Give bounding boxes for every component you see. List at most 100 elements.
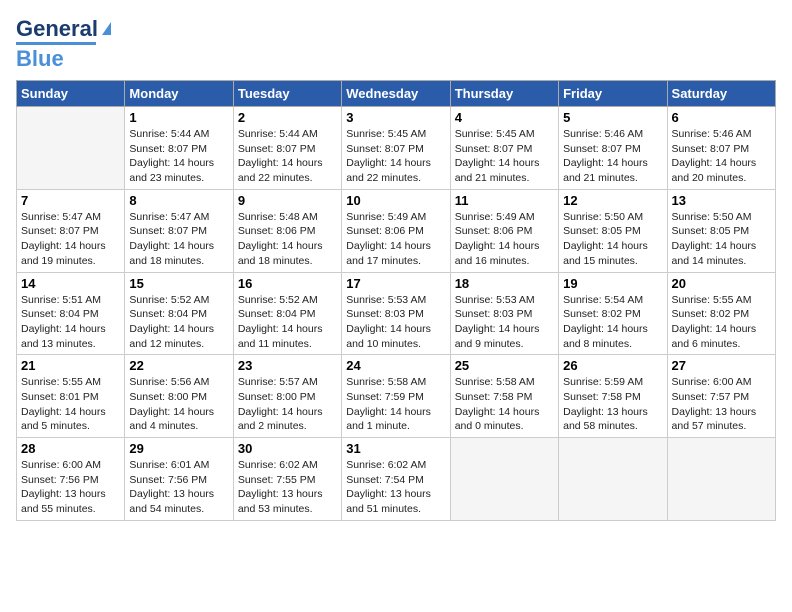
day-number: 27	[672, 358, 771, 373]
day-number: 10	[346, 193, 445, 208]
cell-info: Sunrise: 5:50 AM Sunset: 8:05 PM Dayligh…	[563, 210, 662, 269]
calendar-week-row: 1 Sunrise: 5:44 AM Sunset: 8:07 PM Daylig…	[17, 107, 776, 190]
cell-info: Sunrise: 5:45 AM Sunset: 8:07 PM Dayligh…	[346, 127, 445, 186]
calendar-cell: 3 Sunrise: 5:45 AM Sunset: 8:07 PM Daylig…	[342, 107, 450, 190]
day-number: 14	[21, 276, 120, 291]
cell-info: Sunrise: 5:57 AM Sunset: 8:00 PM Dayligh…	[238, 375, 337, 434]
day-number: 3	[346, 110, 445, 125]
day-number: 31	[346, 441, 445, 456]
day-number: 7	[21, 193, 120, 208]
day-of-week-header: Thursday	[450, 81, 558, 107]
calendar-cell: 21 Sunrise: 5:55 AM Sunset: 8:01 PM Dayli…	[17, 355, 125, 438]
calendar-cell: 2 Sunrise: 5:44 AM Sunset: 8:07 PM Daylig…	[233, 107, 341, 190]
cell-info: Sunrise: 5:55 AM Sunset: 8:02 PM Dayligh…	[672, 293, 771, 352]
day-number: 12	[563, 193, 662, 208]
cell-info: Sunrise: 5:44 AM Sunset: 8:07 PM Dayligh…	[238, 127, 337, 186]
day-number: 23	[238, 358, 337, 373]
logo-blue-text: Blue	[16, 42, 96, 72]
day-number: 20	[672, 276, 771, 291]
cell-info: Sunrise: 5:58 AM Sunset: 7:58 PM Dayligh…	[455, 375, 554, 434]
cell-info: Sunrise: 5:52 AM Sunset: 8:04 PM Dayligh…	[238, 293, 337, 352]
cell-info: Sunrise: 6:01 AM Sunset: 7:56 PM Dayligh…	[129, 458, 228, 517]
cell-info: Sunrise: 5:45 AM Sunset: 8:07 PM Dayligh…	[455, 127, 554, 186]
day-number: 17	[346, 276, 445, 291]
day-number: 25	[455, 358, 554, 373]
cell-info: Sunrise: 5:44 AM Sunset: 8:07 PM Dayligh…	[129, 127, 228, 186]
calendar-header-row: SundayMondayTuesdayWednesdayThursdayFrid…	[17, 81, 776, 107]
calendar-cell: 7 Sunrise: 5:47 AM Sunset: 8:07 PM Daylig…	[17, 189, 125, 272]
cell-info: Sunrise: 6:02 AM Sunset: 7:54 PM Dayligh…	[346, 458, 445, 517]
day-number: 26	[563, 358, 662, 373]
cell-info: Sunrise: 5:46 AM Sunset: 8:07 PM Dayligh…	[672, 127, 771, 186]
calendar-cell: 26 Sunrise: 5:59 AM Sunset: 7:58 PM Dayli…	[559, 355, 667, 438]
calendar-cell: 14 Sunrise: 5:51 AM Sunset: 8:04 PM Dayli…	[17, 272, 125, 355]
cell-info: Sunrise: 6:00 AM Sunset: 7:57 PM Dayligh…	[672, 375, 771, 434]
cell-info: Sunrise: 5:49 AM Sunset: 8:06 PM Dayligh…	[346, 210, 445, 269]
day-number: 11	[455, 193, 554, 208]
day-number: 4	[455, 110, 554, 125]
day-of-week-header: Saturday	[667, 81, 775, 107]
day-number: 2	[238, 110, 337, 125]
cell-info: Sunrise: 5:52 AM Sunset: 8:04 PM Dayligh…	[129, 293, 228, 352]
day-number: 9	[238, 193, 337, 208]
day-of-week-header: Friday	[559, 81, 667, 107]
logo-triangle-icon	[102, 22, 111, 35]
logo: General Blue	[16, 16, 111, 72]
calendar-cell: 6Sunrise: 5:46 AM Sunset: 8:07 PM Daylig…	[667, 107, 775, 190]
cell-info: Sunrise: 5:51 AM Sunset: 8:04 PM Dayligh…	[21, 293, 120, 352]
calendar-cell: 8Sunrise: 5:47 AM Sunset: 8:07 PM Daylig…	[125, 189, 233, 272]
cell-info: Sunrise: 5:48 AM Sunset: 8:06 PM Dayligh…	[238, 210, 337, 269]
page-header: General Blue	[16, 16, 776, 72]
calendar-cell	[667, 438, 775, 521]
cell-info: Sunrise: 5:46 AM Sunset: 8:07 PM Dayligh…	[563, 127, 662, 186]
calendar-cell: 28Sunrise: 6:00 AM Sunset: 7:56 PM Dayli…	[17, 438, 125, 521]
day-number: 30	[238, 441, 337, 456]
cell-info: Sunrise: 5:59 AM Sunset: 7:58 PM Dayligh…	[563, 375, 662, 434]
day-number: 24	[346, 358, 445, 373]
day-number: 15	[129, 276, 228, 291]
calendar-cell: 5 Sunrise: 5:46 AM Sunset: 8:07 PM Daylig…	[559, 107, 667, 190]
calendar-cell: 19 Sunrise: 5:54 AM Sunset: 8:02 PM Dayli…	[559, 272, 667, 355]
calendar-cell: 4 Sunrise: 5:45 AM Sunset: 8:07 PM Daylig…	[450, 107, 558, 190]
calendar-cell: 22Sunrise: 5:56 AM Sunset: 8:00 PM Dayli…	[125, 355, 233, 438]
calendar-cell	[17, 107, 125, 190]
calendar-cell	[559, 438, 667, 521]
day-of-week-header: Sunday	[17, 81, 125, 107]
day-number: 8	[129, 193, 228, 208]
day-number: 28	[21, 441, 120, 456]
cell-info: Sunrise: 5:58 AM Sunset: 7:59 PM Dayligh…	[346, 375, 445, 434]
calendar-cell: 16Sunrise: 5:52 AM Sunset: 8:04 PM Dayli…	[233, 272, 341, 355]
calendar-week-row: 28Sunrise: 6:00 AM Sunset: 7:56 PM Dayli…	[17, 438, 776, 521]
day-number: 21	[21, 358, 120, 373]
calendar-cell: 9 Sunrise: 5:48 AM Sunset: 8:06 PM Daylig…	[233, 189, 341, 272]
calendar-cell: 24 Sunrise: 5:58 AM Sunset: 7:59 PM Dayli…	[342, 355, 450, 438]
calendar-cell: 18Sunrise: 5:53 AM Sunset: 8:03 PM Dayli…	[450, 272, 558, 355]
calendar-cell: 1 Sunrise: 5:44 AM Sunset: 8:07 PM Daylig…	[125, 107, 233, 190]
calendar-cell: 17Sunrise: 5:53 AM Sunset: 8:03 PM Dayli…	[342, 272, 450, 355]
day-number: 13	[672, 193, 771, 208]
cell-info: Sunrise: 5:49 AM Sunset: 8:06 PM Dayligh…	[455, 210, 554, 269]
calendar-cell: 15 Sunrise: 5:52 AM Sunset: 8:04 PM Dayli…	[125, 272, 233, 355]
day-of-week-header: Wednesday	[342, 81, 450, 107]
calendar-cell: 23 Sunrise: 5:57 AM Sunset: 8:00 PM Dayli…	[233, 355, 341, 438]
day-number: 29	[129, 441, 228, 456]
cell-info: Sunrise: 5:55 AM Sunset: 8:01 PM Dayligh…	[21, 375, 120, 434]
day-number: 1	[129, 110, 228, 125]
calendar-cell: 13 Sunrise: 5:50 AM Sunset: 8:05 PM Dayli…	[667, 189, 775, 272]
calendar-cell: 11 Sunrise: 5:49 AM Sunset: 8:06 PM Dayli…	[450, 189, 558, 272]
cell-info: Sunrise: 5:53 AM Sunset: 8:03 PM Dayligh…	[455, 293, 554, 352]
calendar-cell: 25 Sunrise: 5:58 AM Sunset: 7:58 PM Dayli…	[450, 355, 558, 438]
calendar-cell: 20 Sunrise: 5:55 AM Sunset: 8:02 PM Dayli…	[667, 272, 775, 355]
day-number: 19	[563, 276, 662, 291]
cell-info: Sunrise: 5:54 AM Sunset: 8:02 PM Dayligh…	[563, 293, 662, 352]
calendar-cell: 29 Sunrise: 6:01 AM Sunset: 7:56 PM Dayli…	[125, 438, 233, 521]
cell-info: Sunrise: 5:50 AM Sunset: 8:05 PM Dayligh…	[672, 210, 771, 269]
calendar-week-row: 7 Sunrise: 5:47 AM Sunset: 8:07 PM Daylig…	[17, 189, 776, 272]
calendar-week-row: 14 Sunrise: 5:51 AM Sunset: 8:04 PM Dayli…	[17, 272, 776, 355]
day-of-week-header: Monday	[125, 81, 233, 107]
calendar-cell: 10 Sunrise: 5:49 AM Sunset: 8:06 PM Dayli…	[342, 189, 450, 272]
day-number: 5	[563, 110, 662, 125]
day-number: 22	[129, 358, 228, 373]
calendar-cell: 12 Sunrise: 5:50 AM Sunset: 8:05 PM Dayli…	[559, 189, 667, 272]
cell-info: Sunrise: 5:47 AM Sunset: 8:07 PM Dayligh…	[21, 210, 120, 269]
